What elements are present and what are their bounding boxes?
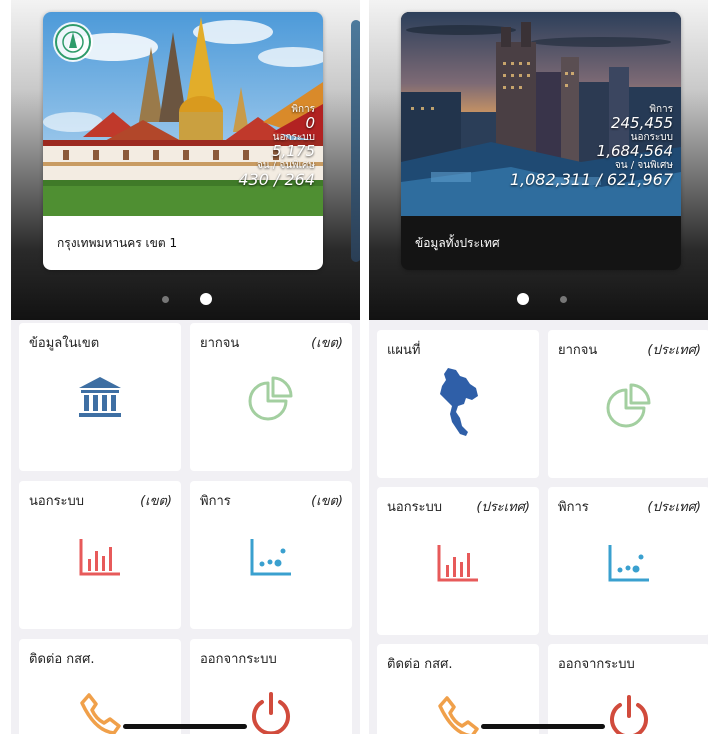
stats-overlay: พิการ 245,455 นอกระบบ 1,684,564 จน / จนพ… [510, 104, 673, 188]
hero-carousel[interactable]: พิการ 245,455 นอกระบบ 1,684,564 จน / จนพ… [369, 0, 708, 320]
tile-disabled[interactable]: พิการ (ประเทศ) [548, 487, 708, 635]
tile-label: แผนที่ [387, 343, 421, 358]
stat-value: 5,175 [272, 142, 315, 160]
pager-dot-active[interactable] [517, 293, 529, 305]
tile-label: ยากจน [200, 336, 240, 351]
left-screen: พิการ 0 นอกระบบ 5,175 จน / จนพิเศษ 430 /… [11, 0, 360, 734]
tile-label: ยากจน [558, 343, 598, 358]
tile-scope: (ประเทศ) [647, 500, 701, 515]
national-card[interactable]: พิการ 245,455 นอกระบบ 1,684,564 จน / จนพ… [401, 12, 681, 270]
tile-contact[interactable]: ติดต่อ กสศ. [377, 644, 539, 734]
tile-out-of-system[interactable]: นอกระบบ (ประเทศ) [377, 487, 539, 635]
thailand-map-icon [440, 368, 478, 436]
tile-disabled[interactable]: พิการ (เขต) [190, 481, 352, 629]
power-icon [252, 692, 290, 734]
stat-value: 0 [305, 114, 315, 132]
home-indicator[interactable] [123, 724, 247, 729]
district-card[interactable]: พิการ 0 นอกระบบ 5,175 จน / จนพิเศษ 430 /… [43, 12, 323, 270]
stat-value: 1,082,311 / 621,967 [509, 170, 673, 189]
tile-logout[interactable]: ออกจากระบบ [548, 644, 708, 734]
tile-scope: (เขต) [311, 494, 343, 509]
power-icon [610, 695, 648, 734]
stat-label: พิการ [291, 104, 315, 115]
scatter-chart-icon [608, 545, 649, 582]
card-title: กรุงเทพมหานคร เขต 1 [57, 236, 178, 250]
tile-label: พิการ [558, 500, 589, 515]
stats-overlay: พิการ 0 นอกระบบ 5,175 จน / จนพิเศษ 430 /… [238, 104, 315, 188]
stat-value: 430 / 264 [238, 170, 315, 189]
next-card-peek[interactable] [351, 20, 360, 262]
tile-poverty[interactable]: ยากจน (เขต) [190, 323, 352, 471]
tile-label: ออกจากระบบ [200, 652, 277, 667]
hero-carousel[interactable]: พิการ 0 นอกระบบ 5,175 จน / จนพิเศษ 430 /… [11, 0, 360, 320]
pager-dots [11, 292, 360, 306]
card-title: ข้อมูลทั้งประเทศ [415, 236, 500, 250]
tile-contact[interactable]: ติดต่อ กสศ. [19, 639, 181, 734]
tile-label: ติดต่อ กสศ. [387, 657, 453, 672]
stat-value: 245,455 [610, 114, 673, 132]
pager-dots [369, 292, 708, 306]
tile-scope: (เขต) [140, 494, 172, 509]
pager-dot[interactable] [560, 296, 567, 303]
right-screen: พิการ 245,455 นอกระบบ 1,684,564 จน / จนพ… [369, 0, 708, 734]
tile-district-info[interactable]: ข้อมูลในเขต [19, 323, 181, 471]
tile-label: พิการ [200, 494, 231, 509]
pager-dot[interactable] [162, 296, 169, 303]
tile-scope: (ประเทศ) [647, 343, 701, 358]
tile-label: ข้อมูลในเขต [29, 336, 100, 351]
pie-chart-icon [248, 376, 293, 421]
bar-chart-icon [437, 545, 478, 582]
stat-value: 1,684,564 [596, 142, 673, 160]
phone-icon [438, 696, 479, 734]
tile-label: นอกระบบ [29, 494, 85, 509]
tile-label: ติดต่อ กสศ. [29, 652, 95, 667]
tile-poverty[interactable]: ยากจน (ประเทศ) [548, 330, 708, 478]
home-indicator[interactable] [481, 724, 605, 729]
bar-chart-icon [79, 539, 120, 576]
phone-icon [80, 693, 121, 734]
tile-out-of-system[interactable]: นอกระบบ (เขต) [19, 481, 181, 629]
tile-scope: (ประเทศ) [476, 500, 530, 515]
tile-scope: (เขต) [311, 336, 343, 351]
tile-label: ออกจากระบบ [558, 657, 635, 672]
tile-logout[interactable]: ออกจากระบบ [190, 639, 352, 734]
building-icon [79, 377, 121, 417]
pager-dot-active[interactable] [200, 293, 212, 305]
tile-map[interactable]: แผนที่ [377, 330, 539, 478]
scatter-chart-icon [250, 539, 291, 576]
tile-label: นอกระบบ [387, 500, 443, 515]
pie-chart-icon [606, 383, 651, 428]
